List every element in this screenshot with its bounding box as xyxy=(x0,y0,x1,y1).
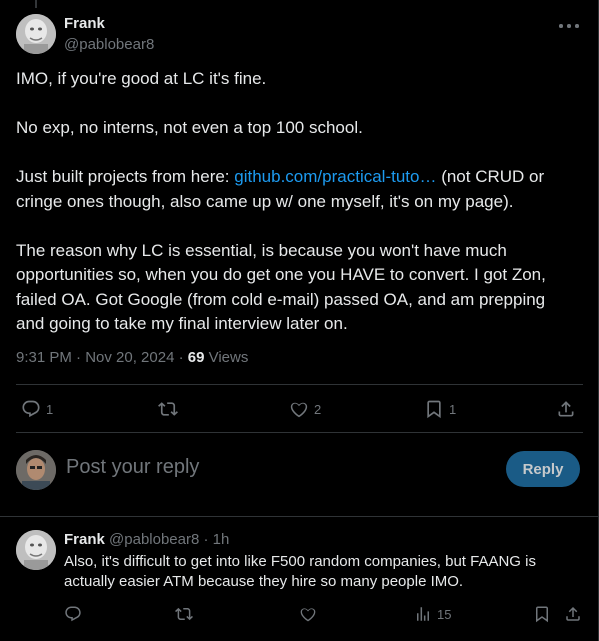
current-user-avatar[interactable] xyxy=(16,450,56,490)
tweet-meta: 9:31 PM · Nov 20, 2024 · 69 Views xyxy=(16,349,248,366)
divider xyxy=(16,384,583,385)
author-avatar[interactable] xyxy=(16,14,56,54)
tweet-text-segment: Just built projects from here: xyxy=(16,167,235,186)
reply-bookmark-action[interactable] xyxy=(533,605,551,623)
divider xyxy=(16,432,583,433)
share-icon xyxy=(558,401,574,417)
tweet-paragraph: Just built projects from here: github.co… xyxy=(16,165,578,214)
bookmark-icon xyxy=(536,606,548,623)
reply-action[interactable]: 1 xyxy=(21,399,53,419)
divider xyxy=(0,516,598,517)
views-icon xyxy=(417,607,429,621)
retweet-icon xyxy=(158,402,178,416)
tweet-timestamp[interactable]: 9:31 PM · Nov 20, 2024 · xyxy=(16,349,188,366)
reply-author-handle[interactable]: @pablobear8 · 1h xyxy=(105,531,229,548)
reply-reply-action[interactable] xyxy=(64,605,82,623)
retweet-icon xyxy=(175,607,193,621)
thread-line xyxy=(35,0,37,8)
reply-text: Also, it's difficult to get into like F5… xyxy=(64,553,536,590)
author-handle[interactable]: @pablobear8 xyxy=(64,36,154,53)
bookmark-icon xyxy=(427,400,441,419)
tweet-paragraph: IMO, if you're good at LC it's fine. xyxy=(16,69,267,88)
reply-share-action[interactable] xyxy=(564,605,582,623)
reply-views-action[interactable]: 15 xyxy=(414,605,451,623)
bookmark-count: 1 xyxy=(449,401,457,417)
reply-count: 1 xyxy=(46,401,54,417)
github-link[interactable]: github.com/practical-tuto… xyxy=(234,167,436,186)
reply-author-avatar[interactable] xyxy=(16,530,56,570)
reply-input[interactable]: Post your reply xyxy=(66,456,199,479)
views-label: Views xyxy=(204,349,249,366)
tweet-text: IMO, if you're good at LC it's fine. No … xyxy=(16,67,578,337)
like-action[interactable]: 2 xyxy=(289,399,321,419)
share-action[interactable] xyxy=(556,399,576,419)
reply-retweet-action[interactable] xyxy=(175,605,193,623)
reply-like-action[interactable] xyxy=(299,605,317,623)
tweet-paragraph: The reason why LC is essential, is becau… xyxy=(16,240,546,334)
author-name[interactable]: Frank xyxy=(64,15,105,32)
reply-button[interactable]: Reply xyxy=(506,451,580,487)
more-icon[interactable] xyxy=(557,16,581,36)
reply-author-name[interactable]: Frank xyxy=(64,531,105,548)
like-count: 2 xyxy=(314,401,322,417)
reply-icon xyxy=(22,400,40,418)
reply-header: Frank @pablobear8 · 1h xyxy=(64,531,229,548)
like-icon xyxy=(290,402,308,418)
tweet-paragraph: No exp, no interns, not even a top 100 s… xyxy=(16,118,363,137)
reply-views-count: 15 xyxy=(437,606,452,622)
share-icon xyxy=(566,606,580,621)
reply-icon xyxy=(65,606,81,622)
like-icon xyxy=(300,608,316,622)
retweet-action[interactable] xyxy=(158,399,183,419)
bookmark-action[interactable]: 1 xyxy=(424,399,456,419)
views-count: 69 xyxy=(187,349,205,366)
